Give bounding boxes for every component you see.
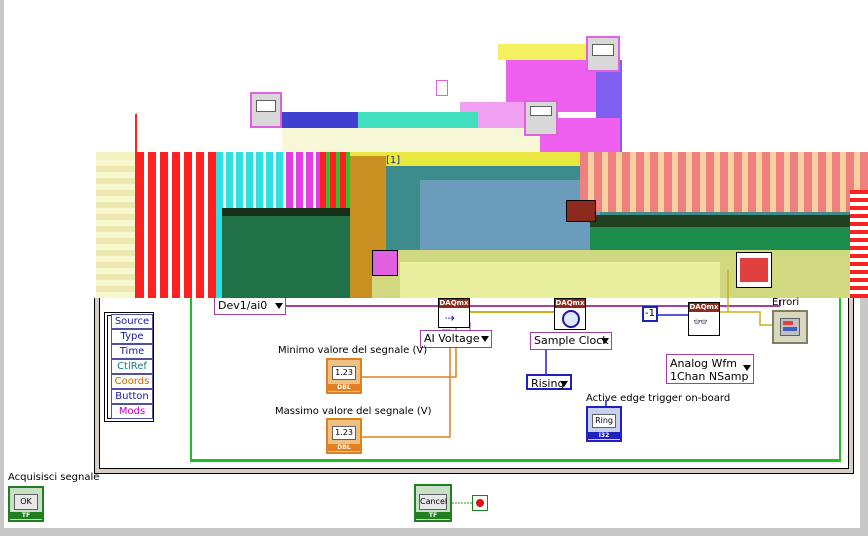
daqmx-header: DAQmx xyxy=(689,303,719,312)
edge-trigger-label: Active edge trigger on-board xyxy=(586,393,731,404)
analog-input-icon: ⇢ xyxy=(445,311,456,325)
dbl-tag: DBL xyxy=(328,384,360,391)
min-value-label: Minimo valore del segnale (V) xyxy=(278,345,428,356)
ring-display: Ring xyxy=(592,414,616,428)
stop-icon[interactable] xyxy=(472,495,488,511)
daqmx-read-node[interactable]: DAQmx 👓 xyxy=(688,302,720,336)
chevron-down-icon xyxy=(601,338,609,344)
ok-text: OK xyxy=(14,494,38,510)
max-value-control[interactable]: 1.23 DBL xyxy=(326,418,362,454)
errors-label: Errori xyxy=(772,297,800,308)
channel-constant[interactable]: Dev1/ai0 xyxy=(214,298,286,315)
chevron-down-icon xyxy=(275,303,283,309)
daqmx-header: DAQmx xyxy=(439,299,469,308)
tf-tag: TF xyxy=(10,512,42,519)
daqmx-create-channel-node[interactable]: DAQmx ⇢ xyxy=(438,298,470,328)
glasses-icon: 👓 xyxy=(693,315,708,329)
max-value-label: Massimo valore del segnale (V) xyxy=(275,406,432,417)
i32-tag: I32 xyxy=(588,432,620,439)
edge-combo[interactable]: Rising xyxy=(526,374,572,390)
tf-tag: TF xyxy=(416,512,450,519)
errors-indicator[interactable] xyxy=(772,310,808,344)
task-type-combo[interactable]: AI Voltage xyxy=(420,330,492,348)
chevron-down-icon xyxy=(743,365,751,371)
read-type-line1: Analog Wfm xyxy=(670,357,737,370)
timeout-constant[interactable]: -1 xyxy=(642,306,658,322)
acquire-ok-button[interactable]: OK TF xyxy=(8,486,44,522)
task-type-value: AI Voltage xyxy=(424,332,480,345)
clock-icon xyxy=(562,310,580,328)
channel-value: Dev1/ai0 xyxy=(218,299,268,312)
numeric-display: 1.23 xyxy=(332,426,356,440)
acquire-label: Acquisisci segnale xyxy=(8,472,100,483)
chevron-down-icon xyxy=(481,336,489,342)
read-type-line2: 1Chan NSamp xyxy=(670,370,749,383)
chevron-down-icon xyxy=(560,381,568,387)
numeric-display: 1.23 xyxy=(332,366,356,380)
dbl-tag: DBL xyxy=(328,444,360,451)
wires xyxy=(286,270,781,504)
cancel-button[interactable]: Cancel TF xyxy=(414,484,452,522)
daqmx-header: DAQmx xyxy=(555,299,585,308)
cancel-text: Cancel xyxy=(419,494,447,510)
edge-trigger-ring-control[interactable]: Ring I32 xyxy=(586,406,622,442)
read-type-combo[interactable]: Analog Wfm 1Chan NSamp xyxy=(666,354,754,384)
min-value-control[interactable]: 1.23 DBL xyxy=(326,358,362,394)
daqmx-timing-node[interactable]: DAQmx xyxy=(554,298,586,330)
timing-value: Sample Clock xyxy=(534,334,609,347)
timing-combo[interactable]: Sample Clock xyxy=(530,332,612,350)
